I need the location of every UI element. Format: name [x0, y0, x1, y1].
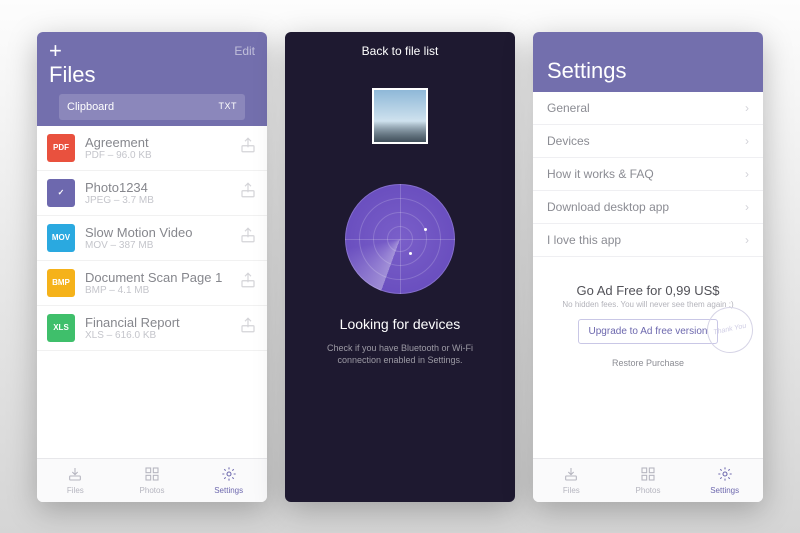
add-button[interactable]: + — [49, 40, 62, 62]
settings-row[interactable]: Download desktop app › — [533, 191, 763, 224]
restore-purchase-button[interactable]: Restore Purchase — [533, 358, 763, 368]
share-icon[interactable] — [239, 271, 257, 294]
clipboard-row[interactable]: Clipboard TXT — [59, 94, 245, 120]
file-meta: Document Scan Page 1BMP – 4.1 MB — [85, 270, 239, 296]
file-sub: XLS – 616.0 KB — [85, 330, 239, 341]
file-type-badge: ✓ — [47, 179, 75, 207]
tab-settings[interactable]: Settings — [190, 459, 267, 502]
file-thumbnail[interactable] — [372, 88, 428, 144]
tab-photos[interactable]: Photos — [610, 459, 687, 502]
page-title: Files — [49, 62, 255, 94]
tab-label: Files — [563, 486, 580, 495]
settings-row-label: How it works & FAQ — [547, 167, 654, 181]
tab-files[interactable]: Files — [533, 459, 610, 502]
settings-row-label: Devices — [547, 134, 590, 148]
settings-list: General›Devices›How it works & FAQ›Downl… — [533, 92, 763, 257]
settings-row[interactable]: How it works & FAQ › — [533, 158, 763, 191]
chevron-right-icon: › — [745, 200, 749, 214]
grid-icon — [640, 466, 656, 484]
chevron-right-icon: › — [745, 101, 749, 115]
file-row[interactable]: BMP Document Scan Page 1BMP – 4.1 MB — [37, 261, 267, 306]
tab-label: Photos — [636, 486, 661, 495]
tab-files[interactable]: Files — [37, 459, 114, 502]
share-icon[interactable] — [239, 316, 257, 339]
upgrade-button[interactable]: Upgrade to Ad free version — [578, 319, 719, 344]
file-type-badge: XLS — [47, 314, 75, 342]
tab-label: Settings — [214, 486, 243, 495]
files-screen: + Edit Files Clipboard TXT PDFAgreementP… — [37, 32, 267, 502]
file-name: Agreement — [85, 135, 239, 150]
gear-icon — [717, 466, 733, 484]
file-name: Photo1234 — [85, 180, 239, 195]
file-list: PDF AgreementPDF – 96.0 KB ✓ Photo1234JPEG … — [37, 126, 267, 458]
settings-screen: Settings General›Devices›How it works & … — [533, 32, 763, 502]
file-row[interactable]: MOV Slow Motion VideoMOV – 387 MB — [37, 216, 267, 261]
tab-bar: Files Photos Settings — [533, 458, 763, 502]
chevron-right-icon: › — [745, 134, 749, 148]
file-type-badge: MOV — [47, 224, 75, 252]
promo-subtitle: No hidden fees. You will never see them … — [555, 300, 741, 309]
chevron-right-icon: › — [745, 167, 749, 181]
download-icon — [563, 466, 579, 484]
file-type-badge: PDF — [47, 134, 75, 162]
settings-header: Settings — [533, 32, 763, 92]
file-meta: Slow Motion VideoMOV – 387 MB — [85, 225, 239, 251]
promo-title: Go Ad Free for 0,99 US$ — [555, 283, 741, 298]
grid-icon — [144, 466, 160, 484]
file-type-badge: BMP — [47, 269, 75, 297]
clipboard-ext: TXT — [219, 101, 238, 113]
tab-bar: Files Photos Settings — [37, 458, 267, 502]
file-name: Financial Report — [85, 315, 239, 330]
radar-icon — [345, 184, 455, 294]
file-row[interactable]: PDF AgreementPDF – 96.0 KB — [37, 126, 267, 171]
settings-row-label: Download desktop app — [547, 200, 669, 214]
tab-label: Files — [67, 486, 84, 495]
share-icon[interactable] — [239, 226, 257, 249]
settings-row[interactable]: Devices › — [533, 125, 763, 158]
chevron-right-icon: › — [745, 233, 749, 247]
tab-label: Settings — [710, 486, 739, 495]
files-header: + Edit Files Clipboard TXT — [37, 32, 267, 126]
clipboard-label: Clipboard — [67, 101, 114, 113]
file-name: Document Scan Page 1 — [85, 270, 239, 285]
file-name: Slow Motion Video — [85, 225, 239, 240]
tab-label: Photos — [140, 486, 165, 495]
transfer-screen: Back to file list Looking for devices Ch… — [285, 32, 515, 502]
settings-row[interactable]: I love this app › — [533, 224, 763, 257]
file-meta: AgreementPDF – 96.0 KB — [85, 135, 239, 161]
file-sub: JPEG – 3.7 MB — [85, 195, 239, 206]
gear-icon — [221, 466, 237, 484]
settings-row-label: I love this app — [547, 233, 621, 247]
settings-row-label: General — [547, 101, 590, 115]
tab-photos[interactable]: Photos — [114, 459, 191, 502]
status-text: Looking for devices — [285, 316, 515, 332]
settings-row[interactable]: General › — [533, 92, 763, 125]
hint-text: Check if you have Bluetooth or Wi-Fi con… — [285, 342, 515, 367]
edit-button[interactable]: Edit — [234, 44, 255, 58]
thank-you-stamp: Thank You — [703, 302, 758, 357]
file-row[interactable]: ✓ Photo1234JPEG – 3.7 MB — [37, 171, 267, 216]
file-meta: Photo1234JPEG – 3.7 MB — [85, 180, 239, 206]
file-meta: Financial ReportXLS – 616.0 KB — [85, 315, 239, 341]
promo-box: Go Ad Free for 0,99 US$ No hidden fees. … — [555, 283, 741, 344]
page-title: Settings — [547, 58, 749, 84]
share-icon[interactable] — [239, 181, 257, 204]
file-sub: PDF – 96.0 KB — [85, 150, 239, 161]
back-button[interactable]: Back to file list — [285, 32, 515, 66]
tab-settings[interactable]: Settings — [686, 459, 763, 502]
download-icon — [67, 466, 83, 484]
share-icon[interactable] — [239, 136, 257, 159]
file-sub: MOV – 387 MB — [85, 240, 239, 251]
file-row[interactable]: XLS Financial ReportXLS – 616.0 KB — [37, 306, 267, 351]
file-sub: BMP – 4.1 MB — [85, 285, 239, 296]
